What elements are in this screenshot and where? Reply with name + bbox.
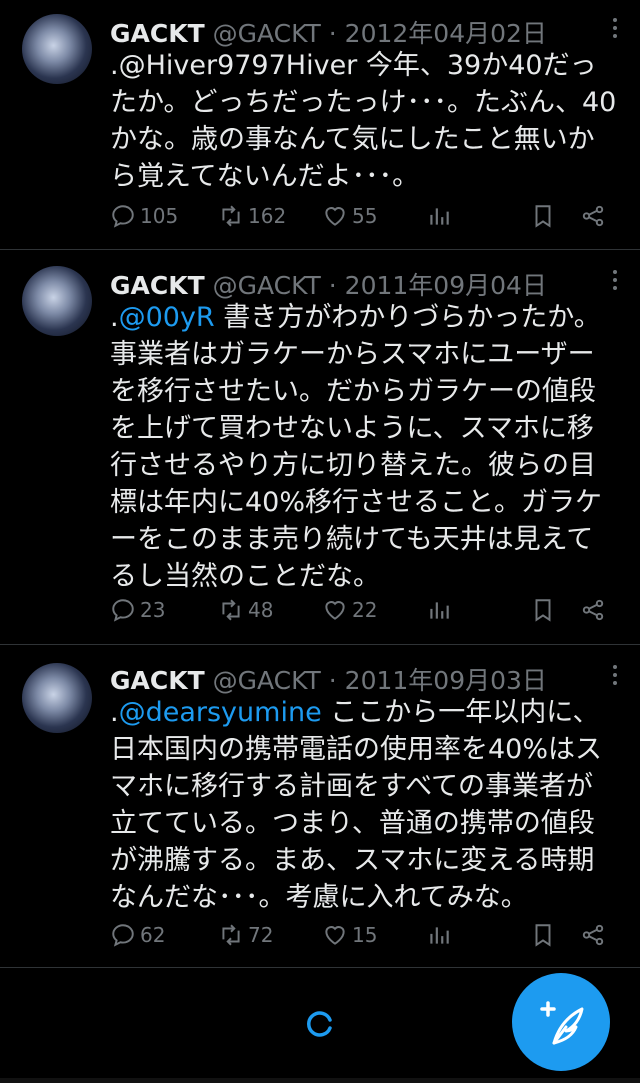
author-handle-date: @GACKT · 2011年09月04日 [212, 271, 547, 300]
views-icon [430, 927, 449, 944]
share-button[interactable] [580, 203, 606, 229]
retweet-button[interactable]: 72 [218, 922, 273, 948]
retweet-button[interactable]: 162 [218, 203, 286, 229]
mention-link[interactable]: @dearsyumine [119, 697, 322, 728]
reply-icon [112, 924, 134, 947]
author-handle-date: @GACKT · 2012年04月02日 [212, 19, 547, 48]
mention-link[interactable]: @00yR [119, 302, 215, 333]
reply-button[interactable]: 23 [110, 597, 165, 623]
compose-button[interactable] [512, 973, 610, 1071]
reply-button[interactable]: 62 [110, 922, 165, 948]
compose-icon [540, 1001, 584, 1045]
retweet-icon [222, 205, 240, 227]
reply-icon [112, 205, 134, 228]
mention-prefix: . [110, 697, 119, 728]
avatar[interactable] [22, 266, 92, 336]
bookmark-icon [535, 924, 551, 947]
bookmark-icon [535, 599, 551, 622]
mention: .@Hiver9797Hiver [110, 50, 358, 81]
tweet-body: ここから一年以内に、日本国内の携帯電話の使用率を40%はスマホに移行する計画をす… [110, 697, 603, 913]
tweet[interactable]: GACKT @GACKT · 2011年09月04日 .@00yR 書き方がわか… [0, 250, 640, 645]
mention-prefix: . [110, 302, 119, 333]
more-icon[interactable] [612, 18, 618, 42]
avatar[interactable] [22, 663, 92, 733]
bookmark-button[interactable] [530, 597, 556, 623]
like-button[interactable]: 15 [322, 922, 377, 948]
share-button[interactable] [580, 597, 606, 623]
views-button[interactable] [426, 597, 452, 623]
retweet-button[interactable]: 48 [218, 597, 273, 623]
share-icon [582, 599, 604, 621]
tweet-body: 書き方がわかりづらかったか。事業者はガラケーからスマホにユーザーを移行させたい。… [110, 302, 603, 592]
retweet-count: 162 [248, 204, 287, 228]
views-icon [430, 208, 449, 225]
action-bar: 23 48 22 [110, 597, 620, 627]
loading-icon [306, 1010, 334, 1038]
retweet-count: 72 [248, 923, 274, 947]
reply-button[interactable]: 105 [110, 203, 178, 229]
bookmark-button[interactable] [530, 922, 556, 948]
views-button[interactable] [426, 922, 452, 948]
like-count: 22 [352, 598, 378, 622]
like-icon [325, 601, 345, 620]
like-button[interactable]: 22 [322, 597, 377, 623]
retweet-icon [222, 599, 240, 621]
views-icon [430, 602, 449, 619]
action-bar: 62 72 15 [110, 922, 620, 952]
views-button[interactable] [426, 203, 452, 229]
like-count: 15 [352, 923, 378, 947]
tweet-text: .@Hiver9797Hiver 今年、39か40だったか。どっちだったっけ･･… [110, 47, 620, 195]
tweet-text: .@00yR 書き方がわかりづらかったか。事業者はガラケーからスマホにユーザーを… [110, 299, 620, 595]
author-handle-date: @GACKT · 2011年09月03日 [212, 666, 547, 695]
share-icon [582, 924, 604, 946]
reply-count: 23 [140, 598, 166, 622]
bottom-bar [0, 1078, 640, 1083]
retweet-count: 48 [248, 598, 274, 622]
action-bar: 105 162 55 [110, 203, 620, 233]
like-button[interactable]: 55 [322, 203, 377, 229]
like-count: 55 [352, 204, 378, 228]
retweet-icon [222, 924, 240, 946]
more-icon[interactable] [612, 270, 618, 294]
reply-count: 62 [140, 923, 166, 947]
tweet-text: .@dearsyumine ここから一年以内に、日本国内の携帯電話の使用率を40… [110, 694, 620, 916]
share-icon [582, 205, 604, 227]
more-icon[interactable] [612, 665, 618, 689]
tweet[interactable]: GACKT @GACKT · 2011年09月03日 .@dearsyumine… [0, 645, 640, 968]
share-button[interactable] [580, 922, 606, 948]
author-name[interactable]: GACKT [110, 666, 205, 695]
tweet[interactable]: GACKT @GACKT · 2012年04月02日 .@Hiver9797Hi… [0, 0, 640, 250]
author-name[interactable]: GACKT [110, 19, 205, 48]
reply-count: 105 [140, 204, 179, 228]
like-icon [325, 207, 345, 226]
bookmark-icon [535, 205, 551, 228]
reply-icon [112, 599, 134, 622]
like-icon [325, 926, 345, 945]
bookmark-button[interactable] [530, 203, 556, 229]
author-name[interactable]: GACKT [110, 271, 205, 300]
avatar[interactable] [22, 14, 92, 84]
